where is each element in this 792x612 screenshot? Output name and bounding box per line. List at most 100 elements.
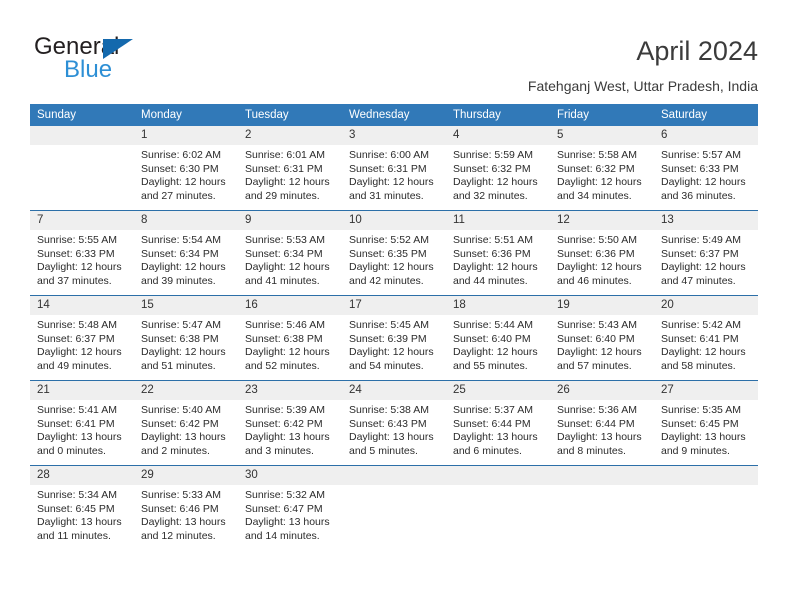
- sunrise-line: Sunrise: 5:47 AM: [141, 319, 221, 331]
- sunrise-line: Sunrise: 5:58 AM: [557, 149, 637, 161]
- day-cell-inner: 7 Sunrise: 5:55 AM Sunset: 6:33 PM Daylight…: [30, 211, 134, 295]
- calendar-day-cell[interactable]: 1 Sunrise: 6:02 AM Sunset: 6:30 PM Daylight…: [134, 126, 238, 211]
- calendar-day-cell[interactable]: 17 Sunrise: 5:45 AM Sunset: 6:39 PM Dayligh…: [342, 295, 446, 381]
- sunset-line: Sunset: 6:44 PM: [453, 417, 531, 430]
- daylight-line-1: Daylight: 13 hours: [37, 431, 122, 444]
- calendar-day-cell[interactable]: 10 Sunrise: 5:52 AM Sunset: 6:35 PM Dayligh…: [342, 210, 446, 296]
- sunset-line: Sunset: 6:33 PM: [37, 247, 115, 260]
- sunset-line: Sunset: 6:37 PM: [37, 332, 115, 345]
- page-title: April 2024: [636, 36, 758, 66]
- sunset-line: Sunset: 6:38 PM: [141, 332, 219, 345]
- sunrise-line: Sunrise: 5:40 AM: [141, 404, 221, 416]
- sunset-line: Sunset: 6:30 PM: [141, 162, 219, 175]
- daylight-line-1: Daylight: 13 hours: [141, 431, 226, 444]
- sunrise-line: Sunrise: 5:50 AM: [557, 234, 637, 246]
- calendar-day-cell[interactable]: 12 Sunrise: 5:50 AM Sunset: 6:36 PM Dayligh…: [550, 210, 654, 296]
- calendar-day-cell[interactable]: 21 Sunrise: 5:41 AM Sunset: 6:41 PM Dayligh…: [30, 380, 134, 466]
- sunset-line: Sunset: 6:40 PM: [557, 332, 635, 345]
- sunrise-line: Sunrise: 5:48 AM: [37, 319, 117, 331]
- sunrise-line: Sunrise: 5:35 AM: [661, 404, 741, 416]
- day-number: 19: [550, 296, 654, 315]
- daylight-line-1: Daylight: 12 hours: [245, 176, 330, 189]
- sunrise-line: Sunrise: 6:00 AM: [349, 149, 429, 161]
- day-number: 25: [446, 381, 550, 400]
- daylight-line-1: Daylight: 13 hours: [141, 516, 226, 529]
- calendar-day-cell[interactable]: 6 Sunrise: 5:57 AM Sunset: 6:33 PM Daylight…: [654, 126, 758, 211]
- daylight-line-2: and 14 minutes.: [245, 529, 320, 542]
- calendar-day-cell[interactable]: 23 Sunrise: 5:39 AM Sunset: 6:42 PM Dayligh…: [238, 380, 342, 466]
- calendar-day-cell[interactable]: 9 Sunrise: 5:53 AM Sunset: 6:34 PM Daylight…: [238, 210, 342, 296]
- calendar-day-cell[interactable]: 3 Sunrise: 6:00 AM Sunset: 6:31 PM Daylight…: [342, 126, 446, 211]
- day-cell-inner: [30, 126, 134, 210]
- calendar-day-cell[interactable]: 15 Sunrise: 5:47 AM Sunset: 6:38 PM Dayligh…: [134, 295, 238, 381]
- sunrise-line: Sunrise: 6:02 AM: [141, 149, 221, 161]
- calendar-week-row: 14 Sunrise: 5:48 AM Sunset: 6:37 PM Dayligh…: [30, 295, 758, 381]
- daylight-line-2: and 27 minutes.: [141, 189, 216, 202]
- calendar-day-cell[interactable]: 14 Sunrise: 5:48 AM Sunset: 6:37 PM Dayligh…: [30, 295, 134, 381]
- day-cell-inner: 5 Sunrise: 5:58 AM Sunset: 6:32 PM Daylight…: [550, 126, 654, 210]
- sunset-line: Sunset: 6:45 PM: [37, 502, 115, 515]
- calendar-day-cell[interactable]: 13 Sunrise: 5:49 AM Sunset: 6:37 PM Dayligh…: [654, 210, 758, 296]
- sunset-line: Sunset: 6:40 PM: [453, 332, 531, 345]
- weekday-header-monday: Monday: [134, 104, 238, 126]
- sunrise-line: Sunrise: 5:49 AM: [661, 234, 741, 246]
- day-sun-details: Sunrise: 5:44 AM Sunset: 6:40 PM Daylight:…: [446, 315, 550, 373]
- general-blue-logo[interactable]: General Blue: [34, 34, 264, 88]
- daylight-line-1: Daylight: 12 hours: [245, 346, 330, 359]
- sunrise-line: Sunrise: 6:01 AM: [245, 149, 325, 161]
- calendar-day-cell[interactable]: 26 Sunrise: 5:36 AM Sunset: 6:44 PM Dayligh…: [550, 380, 654, 466]
- day-cell-inner: 15 Sunrise: 5:47 AM Sunset: 6:38 PM Dayligh…: [134, 296, 238, 380]
- calendar-day-cell[interactable]: 4 Sunrise: 5:59 AM Sunset: 6:32 PM Daylight…: [446, 126, 550, 211]
- calendar-day-cell[interactable]: 25 Sunrise: 5:37 AM Sunset: 6:44 PM Dayligh…: [446, 380, 550, 466]
- day-cell-inner: 19 Sunrise: 5:43 AM Sunset: 6:40 PM Dayligh…: [550, 296, 654, 380]
- day-cell-inner: 24 Sunrise: 5:38 AM Sunset: 6:43 PM Dayligh…: [342, 381, 446, 465]
- day-number: 24: [342, 381, 446, 400]
- sunrise-line: Sunrise: 5:41 AM: [37, 404, 117, 416]
- sunrise-line: Sunrise: 5:43 AM: [557, 319, 637, 331]
- day-cell-inner: 28 Sunrise: 5:34 AM Sunset: 6:45 PM Dayligh…: [30, 466, 134, 550]
- day-cell-inner: 11 Sunrise: 5:51 AM Sunset: 6:36 PM Dayligh…: [446, 211, 550, 295]
- calendar-day-cell[interactable]: 24 Sunrise: 5:38 AM Sunset: 6:43 PM Dayligh…: [342, 380, 446, 466]
- daylight-line-2: and 36 minutes.: [661, 189, 736, 202]
- calendar-day-cell[interactable]: 19 Sunrise: 5:43 AM Sunset: 6:40 PM Dayligh…: [550, 295, 654, 381]
- day-sun-details: Sunrise: 5:32 AM Sunset: 6:47 PM Daylight:…: [238, 485, 342, 543]
- calendar-day-cell[interactable]: 11 Sunrise: 5:51 AM Sunset: 6:36 PM Dayligh…: [446, 210, 550, 296]
- day-number: [446, 466, 550, 485]
- sunset-line: Sunset: 6:43 PM: [349, 417, 427, 430]
- sunset-line: Sunset: 6:39 PM: [349, 332, 427, 345]
- calendar-day-cell[interactable]: 20 Sunrise: 5:42 AM Sunset: 6:41 PM Dayligh…: [654, 295, 758, 381]
- calendar-week-row: 21 Sunrise: 5:41 AM Sunset: 6:41 PM Dayligh…: [30, 380, 758, 466]
- calendar-day-cell[interactable]: 30 Sunrise: 5:32 AM Sunset: 6:47 PM Dayligh…: [238, 465, 342, 550]
- calendar-day-cell[interactable]: 2 Sunrise: 6:01 AM Sunset: 6:31 PM Daylight…: [238, 126, 342, 211]
- sunrise-line: Sunrise: 5:54 AM: [141, 234, 221, 246]
- daylight-line-1: Daylight: 13 hours: [349, 431, 434, 444]
- calendar-day-cell[interactable]: 27 Sunrise: 5:35 AM Sunset: 6:45 PM Dayligh…: [654, 380, 758, 466]
- sunset-line: Sunset: 6:31 PM: [245, 162, 323, 175]
- calendar-empty-cell: [342, 465, 446, 550]
- daylight-line-1: Daylight: 12 hours: [141, 176, 226, 189]
- daylight-line-1: Daylight: 13 hours: [453, 431, 538, 444]
- day-cell-inner: 4 Sunrise: 5:59 AM Sunset: 6:32 PM Daylight…: [446, 126, 550, 210]
- sunrise-line: Sunrise: 5:37 AM: [453, 404, 533, 416]
- calendar-day-cell[interactable]: 28 Sunrise: 5:34 AM Sunset: 6:45 PM Dayligh…: [30, 465, 134, 550]
- day-cell-inner: 14 Sunrise: 5:48 AM Sunset: 6:37 PM Dayligh…: [30, 296, 134, 380]
- calendar-day-cell[interactable]: 29 Sunrise: 5:33 AM Sunset: 6:46 PM Dayligh…: [134, 465, 238, 550]
- daylight-line-2: and 54 minutes.: [349, 359, 424, 372]
- sunset-line: Sunset: 6:47 PM: [245, 502, 323, 515]
- calendar-day-cell[interactable]: 18 Sunrise: 5:44 AM Sunset: 6:40 PM Dayligh…: [446, 295, 550, 381]
- calendar-day-cell[interactable]: 7 Sunrise: 5:55 AM Sunset: 6:33 PM Daylight…: [30, 210, 134, 296]
- day-number: 30: [238, 466, 342, 485]
- daylight-line-1: Daylight: 12 hours: [141, 346, 226, 359]
- day-number: 5: [550, 126, 654, 145]
- calendar-week-row: 1 Sunrise: 6:02 AM Sunset: 6:30 PM Daylight…: [30, 126, 758, 211]
- calendar-day-cell[interactable]: 8 Sunrise: 5:54 AM Sunset: 6:34 PM Daylight…: [134, 210, 238, 296]
- daylight-line-1: Daylight: 12 hours: [661, 261, 746, 274]
- calendar-day-cell[interactable]: 5 Sunrise: 5:58 AM Sunset: 6:32 PM Daylight…: [550, 126, 654, 211]
- calendar-day-cell[interactable]: 22 Sunrise: 5:40 AM Sunset: 6:42 PM Dayligh…: [134, 380, 238, 466]
- day-number: 10: [342, 211, 446, 230]
- sunset-line: Sunset: 6:42 PM: [245, 417, 323, 430]
- sunrise-line: Sunrise: 5:57 AM: [661, 149, 741, 161]
- calendar-day-cell[interactable]: 16 Sunrise: 5:46 AM Sunset: 6:38 PM Dayligh…: [238, 295, 342, 381]
- day-cell-inner: 20 Sunrise: 5:42 AM Sunset: 6:41 PM Dayligh…: [654, 296, 758, 380]
- day-cell-inner: 12 Sunrise: 5:50 AM Sunset: 6:36 PM Dayligh…: [550, 211, 654, 295]
